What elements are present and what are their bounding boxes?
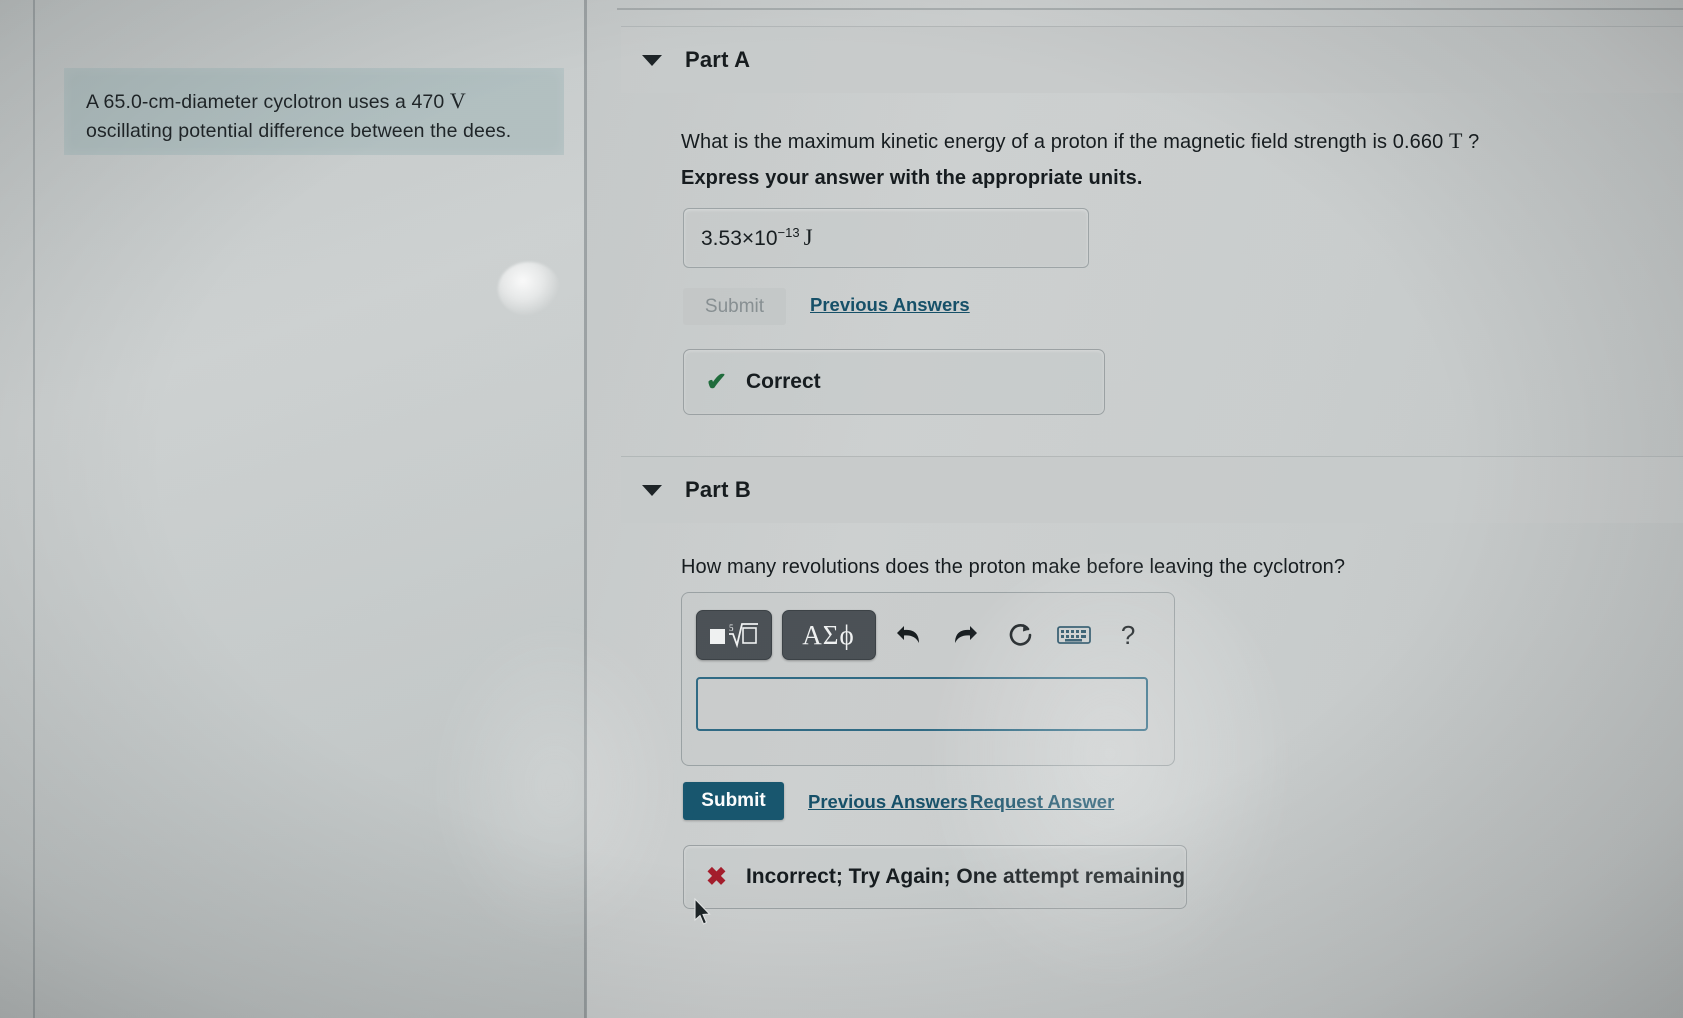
problem-statement-box: A 65.0-cm-diameter cyclotron uses a 470 …	[64, 68, 564, 155]
greek-symbols-button[interactable]: ΑΣϕ	[781, 610, 876, 660]
reset-icon[interactable]	[997, 611, 1045, 659]
part-b-request-answer-link[interactable]: Request Answer	[970, 791, 1114, 813]
problem-statement-text: A 65.0-cm-diameter cyclotron uses a 470 …	[64, 68, 564, 146]
part-a-submit-label: Submit	[704, 295, 765, 317]
part-a-header[interactable]: Part A	[621, 26, 1683, 93]
screen-photo: A 65.0-cm-diameter cyclotron uses a 470 …	[0, 0, 1683, 1018]
part-b-previous-answers-link[interactable]: Previous Answers	[808, 791, 968, 813]
math-toolbar: 5 ΑΣϕ ?	[696, 607, 1160, 663]
part-a-instruction: Express your answer with the appropriate…	[681, 167, 1143, 189]
part-a-answer-exponent: −13	[777, 225, 800, 240]
part-b-status-box: ✖ Incorrect; Try Again; One attempt rema…	[683, 845, 1187, 909]
part-a-title: Part A	[685, 47, 751, 72]
keyboard-glyph	[1057, 626, 1092, 644]
part-a-submit-button: Submit	[683, 288, 786, 325]
problem-pane: A 65.0-cm-diameter cyclotron uses a 470 …	[0, 0, 586, 1018]
x-icon: ✖	[706, 863, 727, 891]
part-b-answer-editor: 5 ΑΣϕ ?	[681, 592, 1175, 766]
keyboard-icon[interactable]	[1053, 611, 1097, 659]
part-a-question-unit: T	[1448, 128, 1463, 153]
problem-unit-volt: V	[449, 88, 466, 113]
undo-icon[interactable]	[886, 611, 934, 659]
chevron-down-icon[interactable]	[642, 54, 662, 66]
part-a-question-suffix: ?	[1462, 131, 1480, 153]
part-a-answer-unit: J	[803, 225, 813, 250]
part-b-title: Part B	[685, 477, 751, 502]
pane-left-edge	[33, 0, 35, 1018]
redo-arrow-glyph	[955, 626, 978, 643]
problem-line-2: oscillating potential difference between…	[86, 120, 512, 142]
problem-line-1: A 65.0-cm-diameter cyclotron uses a 470	[86, 91, 450, 113]
chevron-down-icon[interactable]	[642, 484, 662, 496]
part-a-status-box: ✔ Correct	[683, 349, 1105, 415]
part-a-previous-answers-link[interactable]: Previous Answers	[810, 294, 970, 316]
svg-text:5: 5	[729, 623, 734, 633]
part-a-status-label: Correct	[745, 370, 821, 393]
part-a-answer-mantissa: 3.53×10	[701, 227, 778, 250]
part-b-answer-input[interactable]	[696, 677, 1148, 731]
undo-arrow-glyph	[897, 626, 920, 643]
part-a-answer-value: 3.53×10−13 J	[701, 225, 813, 251]
part-a-question: What is the maximum kinetic energy of a …	[681, 128, 1479, 154]
math-template-button[interactable]: 5	[696, 610, 772, 660]
top-rule	[617, 8, 1683, 10]
part-a-question-prefix: What is the maximum kinetic energy of a …	[681, 131, 1449, 153]
reset-circular-arrow-glyph	[1009, 624, 1032, 646]
greek-symbols-label: ΑΣϕ	[802, 619, 855, 650]
part-b-submit-label: Submit	[701, 790, 766, 811]
redo-icon[interactable]	[941, 611, 989, 659]
part-b-submit-button[interactable]: Submit	[683, 782, 784, 820]
check-icon: ✔	[706, 368, 727, 396]
radical-template-icon: 5	[709, 623, 758, 649]
help-icon-label: ?	[1120, 619, 1136, 650]
part-b-status-label: Incorrect; Try Again; One attempt remain…	[745, 865, 1186, 888]
help-icon[interactable]: ?	[1104, 611, 1152, 659]
part-b-question: How many revolutions does the proton mak…	[681, 556, 1346, 578]
part-a-answer-field[interactable]: 3.53×10−13 J	[683, 208, 1089, 268]
part-b-header[interactable]: Part B	[621, 456, 1683, 523]
